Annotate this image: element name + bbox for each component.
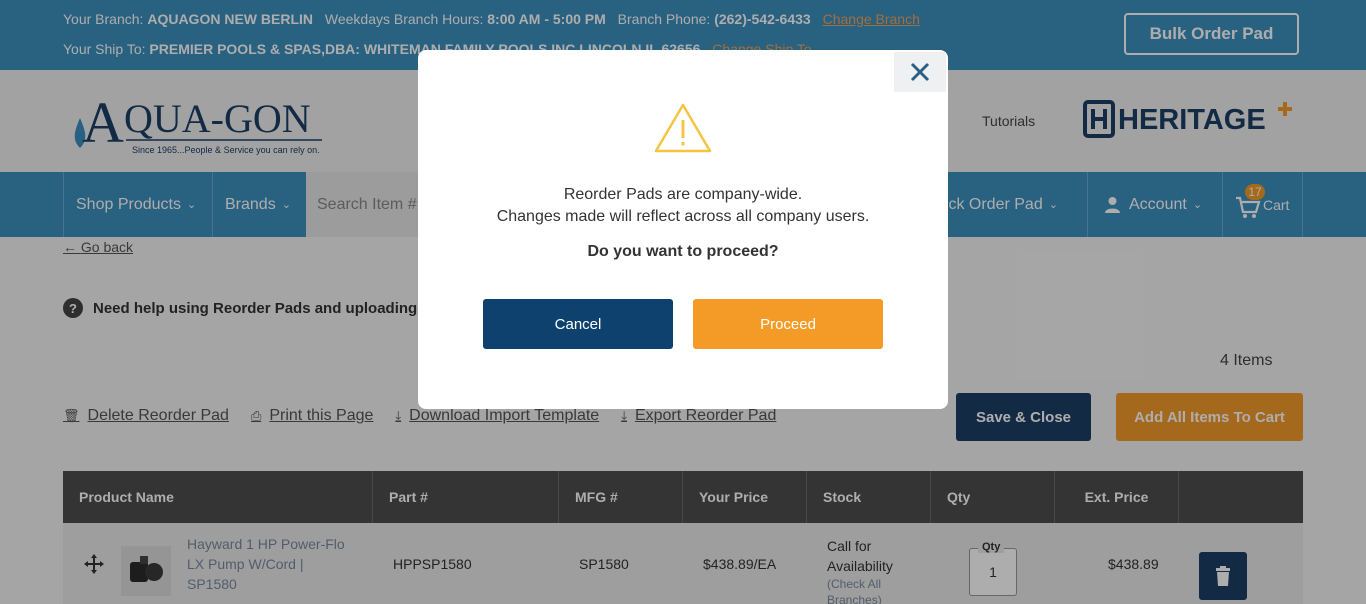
confirm-dialog: Reorder Pads are company-wide. Changes m… <box>418 50 948 409</box>
cancel-button[interactable]: Cancel <box>483 299 673 349</box>
dialog-message-line2: Changes made will reflect across all com… <box>496 208 870 225</box>
warning-icon <box>654 103 712 153</box>
dialog-message: Reorder Pads are company-wide. Changes m… <box>418 184 948 228</box>
dialog-question: Do you want to proceed? <box>587 243 779 260</box>
close-button[interactable] <box>894 52 946 92</box>
dialog-message-line1: Reorder Pads are company-wide. <box>563 186 803 203</box>
close-icon <box>910 62 930 82</box>
proceed-button[interactable]: Proceed <box>693 299 883 349</box>
